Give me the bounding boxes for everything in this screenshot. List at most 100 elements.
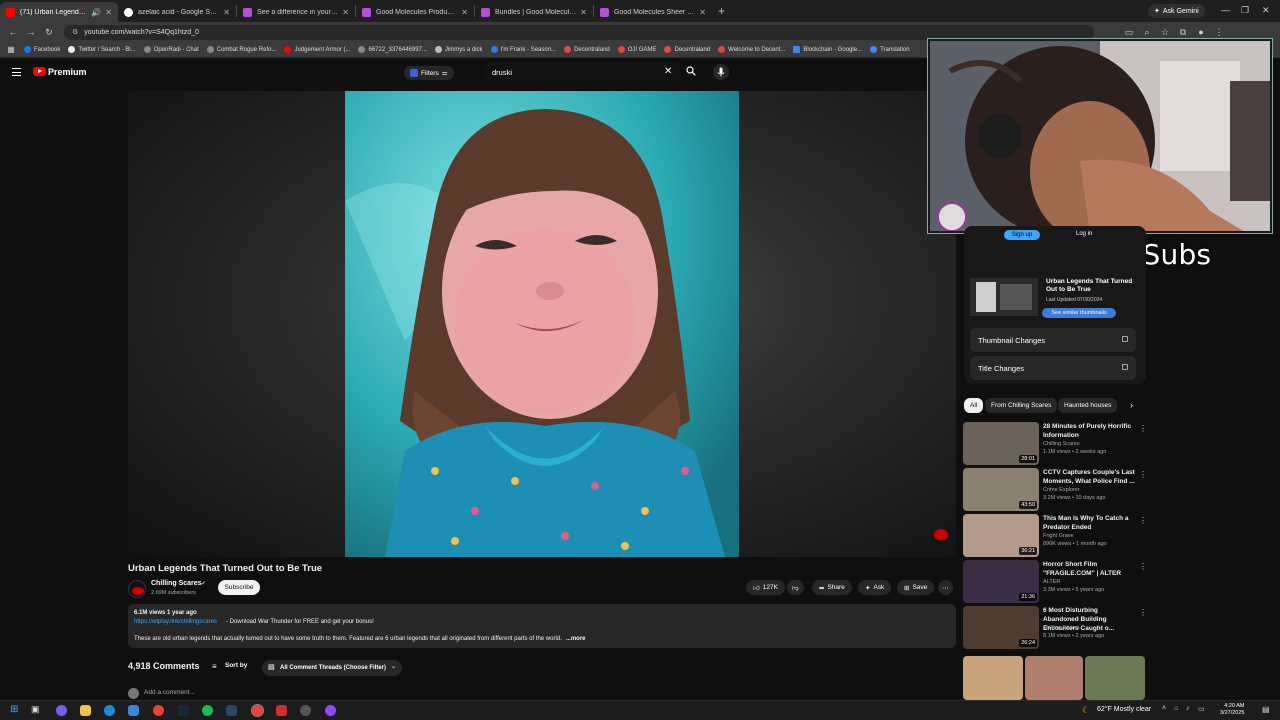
notifications-icon[interactable]: ▤: [1262, 705, 1270, 714]
chip-all[interactable]: All: [964, 398, 984, 413]
recommendation-item[interactable]: 43:50 CCTV Captures Couple's Last Moment…: [963, 468, 1148, 512]
voice-search-mic-icon[interactable]: [713, 64, 729, 80]
browser-tab-good-molecules-4[interactable]: Good Molecules Sheer Mineral ✕: [594, 2, 712, 22]
chip-from-chilling-scares[interactable]: From Chilling Scares: [985, 398, 1058, 413]
youtube-logo-icon[interactable]: [33, 67, 46, 76]
show-more-link[interactable]: ...more: [566, 636, 586, 642]
see-similar-thumbnails-button[interactable]: See similar thumbnails: [1042, 308, 1116, 318]
bookmark-combat-rogue[interactable]: Combat Rogue Refo...: [206, 46, 276, 53]
battery-icon[interactable]: ▭: [1198, 705, 1205, 713]
bookmark-decentraland-2[interactable]: Decentraland: [664, 46, 710, 53]
recommendation-item[interactable]: 21:36 Horror Short Film "FRAGILE.COM" | …: [963, 560, 1148, 604]
speaker-icon[interactable]: 🔊: [91, 8, 101, 17]
youtube-premium-wordmark[interactable]: Premium: [48, 67, 87, 77]
bookmark-judgement-armor[interactable]: Judgement Armor (...: [284, 46, 350, 53]
reload-icon[interactable]: ↻: [44, 27, 54, 38]
system-clock[interactable]: 4:20 AM 3/27/2025: [1220, 703, 1244, 717]
recommendation-title[interactable]: Horror Short Film "FRAGILE.COM" | ALTER: [1043, 560, 1135, 578]
browser-menu-icon[interactable]: ⋮: [1214, 27, 1224, 38]
subscribe-button[interactable]: Subscribe: [218, 580, 260, 595]
more-options-icon[interactable]: ⋮: [1139, 516, 1147, 525]
description-link[interactable]: https://wtplay.link/chillingscares: [134, 619, 217, 625]
restore-icon[interactable]: ❐: [1241, 5, 1249, 16]
recommendation-thumbnail[interactable]: 21:36: [963, 560, 1039, 603]
bookmark-facebook[interactable]: Facebook: [24, 46, 60, 53]
network-icon[interactable]: ⌂: [1174, 705, 1178, 712]
channel-name[interactable]: Chilling Scares: [151, 580, 202, 587]
recommendation-thumbnail[interactable]: [963, 656, 1023, 700]
filters-button[interactable]: Filters ⚌: [404, 66, 454, 80]
bookmark-blockchain[interactable]: Blockchain - Google...: [793, 46, 862, 53]
back-arrow-icon[interactable]: ←: [8, 27, 18, 37]
recommendation-channel[interactable]: Fright Grave: [1043, 533, 1074, 539]
more-options-icon[interactable]: ⋮: [1139, 608, 1147, 617]
browser-tab-youtube[interactable]: (71) Urban Legends That Tu 🔊 ✕: [0, 2, 118, 22]
tray-chevron-icon[interactable]: ˄: [1162, 705, 1166, 712]
recommendation-title[interactable]: 28 Minutes of Purely Horrific Informatio…: [1043, 422, 1135, 440]
recommendation-channel[interactable]: Chilling Scares: [1043, 441, 1080, 447]
hamburger-menu-icon[interactable]: [12, 68, 21, 76]
windows-start-icon[interactable]: ⊞: [10, 704, 18, 715]
screen-cast-icon[interactable]: ▭: [1124, 27, 1134, 38]
recommendation-channel[interactable]: Chilling Scares: [1043, 625, 1080, 631]
bookmark-66722[interactable]: 66722_3376446997...: [358, 46, 427, 53]
recommendation-thumbnail[interactable]: 26:24: [963, 606, 1039, 649]
chrome-icon[interactable]: [153, 705, 164, 716]
recommendation-item[interactable]: 26:24 6 Most Disturbing Abandoned Buildi…: [963, 606, 1148, 650]
bookmark-star-icon[interactable]: ☆: [1160, 27, 1170, 38]
steam-icon[interactable]: [178, 705, 189, 716]
more-options-icon[interactable]: ⋮: [1139, 424, 1147, 433]
save-button[interactable]: ⊞ Save: [897, 580, 935, 595]
browser-tab-good-molecules-2[interactable]: Good Molecules Products | Goo ✕: [356, 2, 474, 22]
site-info-icon[interactable]: ⚙: [72, 28, 78, 36]
bookmark-openradi[interactable]: OpenRadi - Chat: [143, 46, 199, 53]
weather-text[interactable]: 62°F Mostly clear: [1097, 706, 1151, 713]
thumbnail-changes-row[interactable]: Thumbnail Changes: [970, 328, 1136, 352]
add-comment-input[interactable]: Add a comment...: [144, 689, 195, 696]
more-options-icon[interactable]: ⋮: [1139, 562, 1147, 571]
task-view-icon[interactable]: ▣: [31, 704, 40, 715]
apps-grid-icon[interactable]: ▦: [6, 45, 16, 54]
recommendation-thumbnail[interactable]: 28:01: [963, 422, 1039, 465]
streaming-app-icon[interactable]: [325, 705, 336, 716]
channel-avatar[interactable]: [128, 580, 146, 598]
recommendation-channel[interactable]: ALTER: [1043, 579, 1060, 585]
search-icon[interactable]: [686, 66, 696, 76]
comment-thread-filter-dropdown[interactable]: ▤ All Comment Threads (Choose Filter) ⌄: [262, 660, 402, 676]
recommendation-thumbnail[interactable]: 43:50: [963, 468, 1039, 511]
close-tab-icon[interactable]: ✕: [461, 8, 468, 17]
title-changes-row[interactable]: Title Changes: [970, 356, 1136, 380]
like-button[interactable]: 👍︎ 127K: [746, 580, 785, 595]
bookmark-decentraland-1[interactable]: Decentraland: [564, 46, 610, 53]
close-tab-icon[interactable]: ✕: [223, 8, 230, 17]
microsoft-store-icon[interactable]: [128, 705, 139, 716]
window-close-icon[interactable]: ✕: [1262, 5, 1270, 16]
browser-tab-google[interactable]: azelaic acid - Google Search ✕: [118, 2, 236, 22]
clear-search-icon[interactable]: ✕: [664, 66, 672, 77]
video-player[interactable]: [128, 91, 956, 557]
browser-tab-good-molecules-1[interactable]: See a difference in your skin | G ✕: [237, 2, 355, 22]
chips-next-chevron-icon[interactable]: ›: [1130, 400, 1133, 410]
bookmark-oji-game[interactable]: OJI GAME: [617, 46, 656, 53]
bookmark-im-frank[interactable]: I'm Frank - Season...: [490, 46, 556, 53]
close-tab-icon[interactable]: ✕: [105, 8, 112, 17]
sort-by-button[interactable]: Sort by: [225, 662, 247, 669]
recommendation-thumbnail[interactable]: [1085, 656, 1145, 700]
sign-up-button[interactable]: Sign up: [1004, 230, 1040, 240]
new-tab-plus-icon[interactable]: +: [718, 4, 725, 18]
forward-arrow-icon[interactable]: →: [26, 27, 36, 37]
close-tab-icon[interactable]: ✕: [699, 8, 706, 17]
dislike-button[interactable]: 👎︎: [787, 580, 804, 595]
more-actions-icon[interactable]: ⋯: [938, 580, 953, 595]
profile-avatar-icon[interactable]: ●: [1196, 27, 1206, 37]
ask-gemini-button[interactable]: ✦ Ask Gemini: [1148, 4, 1205, 18]
bookmark-welcome-decent[interactable]: Welcome to Decent...: [718, 46, 785, 53]
share-button[interactable]: ➦ Share: [812, 580, 852, 595]
bookmark-jimmys[interactable]: Jimmys a dick: [434, 46, 483, 53]
search-input[interactable]: druski: [484, 63, 680, 81]
recommendation-item[interactable]: 36:21 This Man Is Why To Catch a Predato…: [963, 514, 1148, 558]
volume-icon[interactable]: ♪: [1186, 705, 1190, 712]
chrome-active-icon[interactable]: [251, 704, 264, 717]
file-explorer-icon[interactable]: [80, 705, 91, 716]
minimize-icon[interactable]: —: [1221, 5, 1230, 15]
